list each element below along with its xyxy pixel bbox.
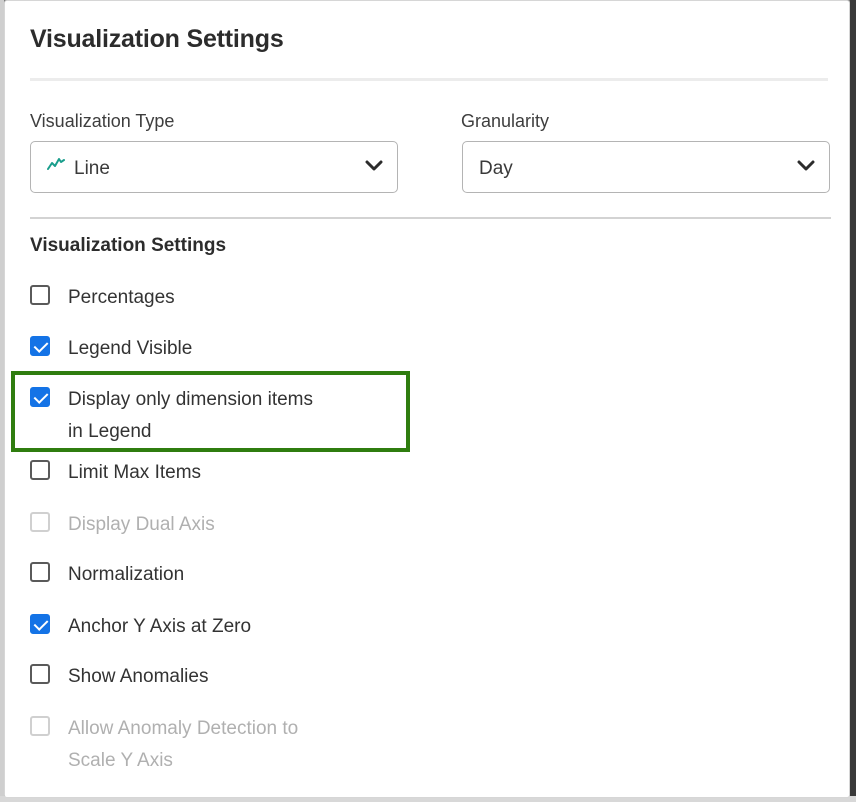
granularity-select[interactable]: Day	[462, 141, 830, 193]
percentages-checkbox[interactable]	[30, 285, 50, 305]
chevron-down-icon	[797, 160, 815, 171]
visualization-settings-dialog: Visualization Settings Visualization Typ…	[4, 0, 850, 798]
line-chart-icon	[47, 158, 65, 170]
visualization-type-label: Visualization Type	[30, 111, 175, 131]
granularity-label: Granularity	[461, 111, 550, 131]
anchor-y-axis-at-zero-label: Anchor Y Axis at Zero	[68, 616, 252, 637]
allow-anomaly-detection-label-line2: Scale Y Axis	[68, 750, 173, 771]
section-divider	[30, 217, 831, 219]
limit-max-items-label: Limit Max Items	[68, 462, 202, 483]
settings-section-title: Visualization Settings	[30, 235, 227, 256]
display-dual-axis-label: Display Dual Axis	[68, 514, 215, 535]
display-dual-axis-checkbox	[30, 512, 50, 532]
normalization-label: Normalization	[68, 564, 185, 585]
background-right-edge	[850, 0, 856, 802]
chevron-down-icon	[365, 160, 383, 171]
legend-visible-label: Legend Visible	[68, 338, 193, 359]
allow-anomaly-detection-label-line1: Allow Anomaly Detection to	[68, 718, 299, 739]
show-anomalies-checkbox[interactable]	[30, 664, 50, 684]
visualization-type-value: Line	[74, 158, 110, 179]
percentages-label: Percentages	[68, 287, 175, 308]
visualization-type-select[interactable]: Line	[30, 141, 398, 193]
title-divider	[30, 78, 828, 81]
show-anomalies-label: Show Anomalies	[68, 666, 209, 687]
normalization-checkbox[interactable]	[30, 562, 50, 582]
limit-max-items-checkbox[interactable]	[30, 460, 50, 480]
anchor-y-axis-at-zero-checkbox[interactable]	[30, 614, 50, 634]
legend-visible-checkbox[interactable]	[30, 336, 50, 356]
allow-anomaly-detection-checkbox	[30, 716, 50, 736]
dialog-title: Visualization Settings	[30, 25, 284, 53]
granularity-value: Day	[479, 158, 513, 179]
highlight-box	[11, 371, 410, 452]
